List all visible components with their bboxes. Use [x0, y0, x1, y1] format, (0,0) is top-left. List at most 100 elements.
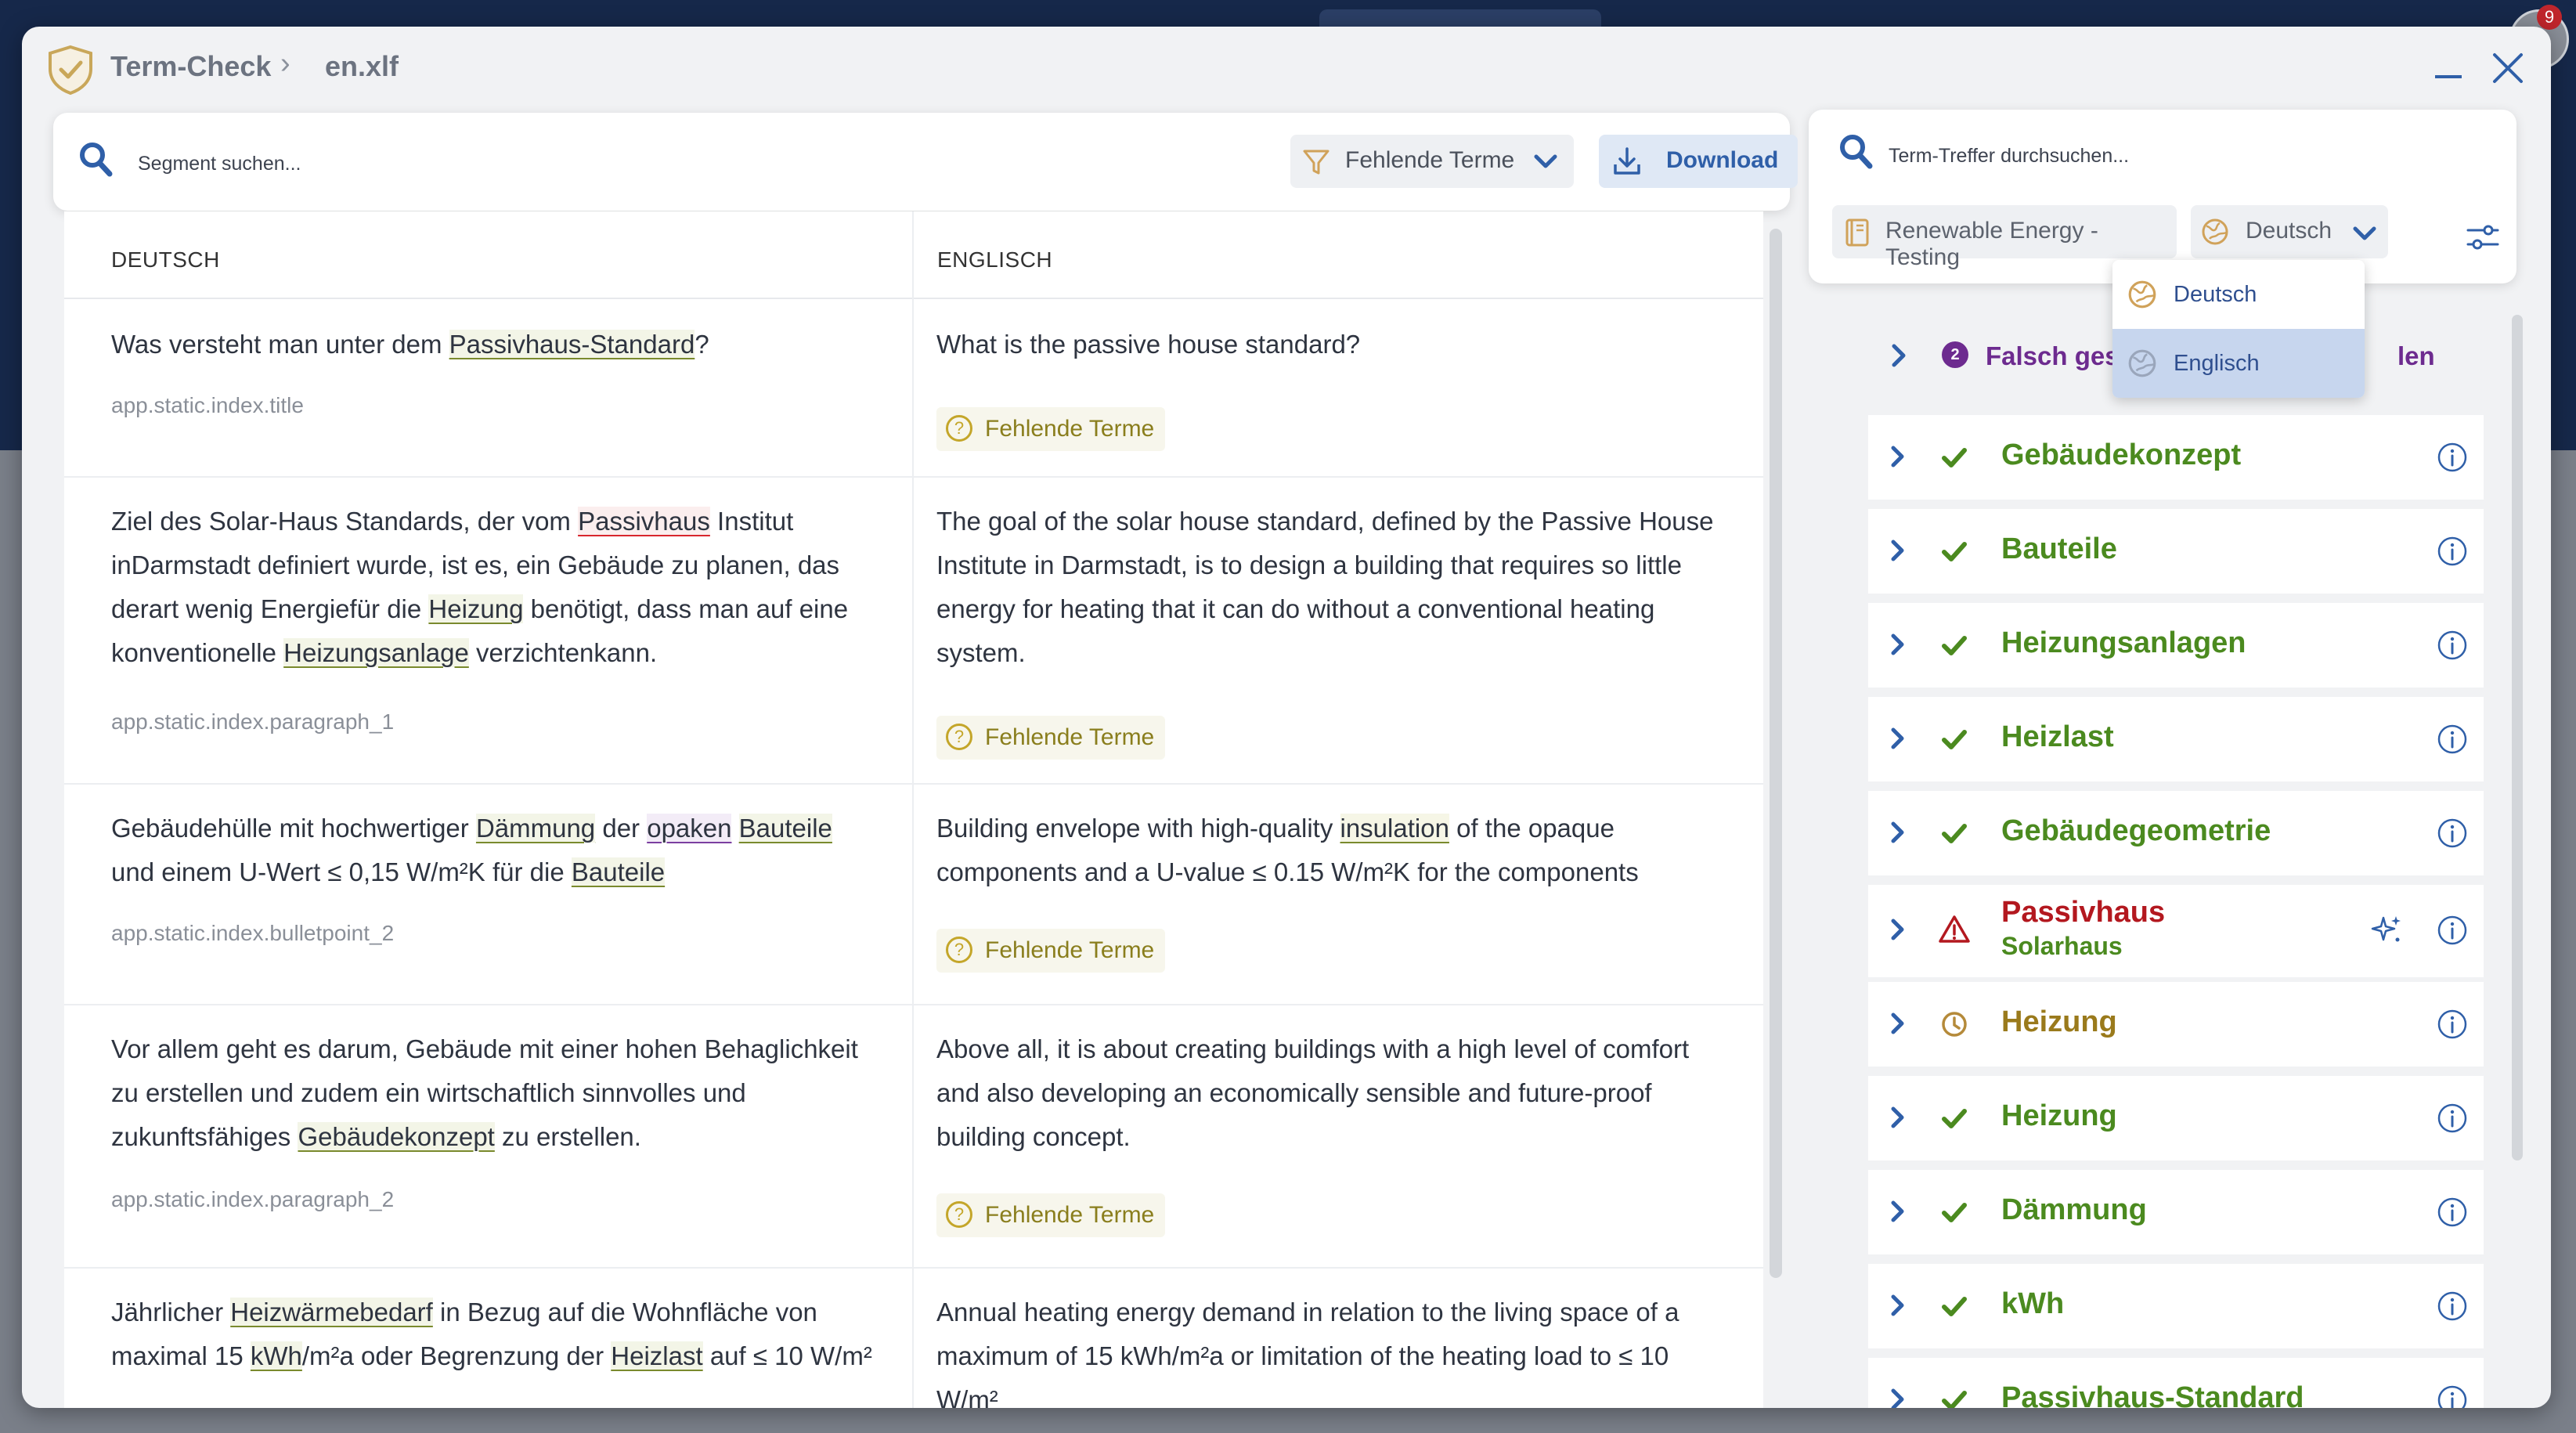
download-label: Download — [1666, 147, 1779, 173]
filter-label: Fehlende Terme — [1345, 147, 1515, 173]
segment-search-input[interactable] — [136, 146, 1236, 182]
segment-key: app.static.index.title — [111, 393, 304, 417]
info-icon[interactable] — [2437, 1290, 2468, 1322]
minimize-button[interactable] — [2435, 75, 2462, 78]
term-match[interactable]: Gebäudekonzept — [298, 1122, 495, 1151]
breadcrumb-chevron-icon: › — [280, 47, 290, 80]
column-header-english: ENGLISCH — [914, 211, 1763, 299]
term-item[interactable]: Gebäudekonzept — [1868, 415, 2484, 500]
term-item[interactable]: Heizlast — [1868, 697, 2484, 781]
term-filter-card: Renewable Energy - Testing Deutsch — [1809, 110, 2516, 283]
dialog-header: Term-Check › en.xlf — [22, 27, 2551, 113]
term-check-dialog: Term-Check › en.xlf Fehlende Terme — [22, 27, 2551, 1408]
info-icon[interactable] — [2437, 630, 2468, 661]
download-button[interactable]: Download — [1599, 135, 1798, 188]
source-text: Was versteht man unter dem Passivhaus-St… — [111, 330, 709, 359]
table-row[interactable]: Vor allem geht es darum, Gebäude mit ein… — [64, 1004, 1763, 1269]
term-match[interactable]: Bauteile — [738, 814, 832, 843]
group-label-tail: len — [2397, 341, 2435, 370]
term-match[interactable]: Heizlast — [611, 1341, 703, 1370]
info-icon[interactable] — [2437, 915, 2468, 946]
question-icon: ? — [946, 415, 972, 442]
chevron-right-icon — [1891, 446, 1904, 467]
source-text: Ziel des Solar-Haus Standards, der vom P… — [111, 507, 849, 667]
segment-toolbar: Fehlende Terme Download — [53, 113, 1798, 211]
breadcrumb-file-name: en.xlf — [325, 50, 399, 82]
table-row[interactable]: Was versteht man unter dem Passivhaus-St… — [64, 299, 1763, 478]
chevron-right-icon — [1891, 540, 1904, 561]
table-row[interactable]: Ziel des Solar-Haus Standards, der vom P… — [64, 476, 1763, 785]
check-icon — [1942, 1109, 1967, 1128]
missing-terms-badge[interactable]: ? Fehlende Terme — [936, 929, 1166, 973]
column-header-german: DEUTSCH — [64, 211, 912, 299]
term-name: Dämmung — [2001, 1193, 2147, 1226]
language-dropdown-menu: Deutsch Englisch — [2112, 260, 2365, 398]
check-icon — [1942, 824, 1967, 843]
chevron-right-icon — [1891, 633, 1904, 655]
info-icon[interactable] — [2437, 1384, 2468, 1408]
missing-terms-badge[interactable]: ? Fehlende Terme — [936, 407, 1166, 451]
missing-terms-filter-dropdown[interactable]: Fehlende Terme — [1290, 135, 1574, 188]
termbase-chip[interactable]: Renewable Energy - Testing — [1832, 205, 2177, 270]
language-option-englisch[interactable]: Englisch — [2112, 329, 2365, 398]
group-count-badge: 2 — [1942, 341, 1968, 368]
table-row[interactable]: Jährlicher Heizwärmebedarf in Bezug auf … — [64, 1267, 1763, 1408]
term-list-scrollbar[interactable] — [2512, 315, 2523, 1160]
shield-check-icon — [49, 45, 92, 96]
filter-settings-icon[interactable] — [2465, 219, 2501, 255]
source-text: Gebäudehülle mit hochwertiger Dämmung de… — [111, 814, 832, 886]
search-icon — [80, 143, 113, 177]
term-search-input[interactable] — [1887, 138, 2438, 174]
info-icon[interactable] — [2437, 1197, 2468, 1228]
info-icon[interactable] — [2437, 1009, 2468, 1040]
chevron-right-icon — [1891, 727, 1904, 749]
term-item[interactable]: Bauteile — [1868, 509, 2484, 594]
table-row[interactable]: Gebäudehülle mit hochwertiger Dämmung de… — [64, 783, 1763, 1005]
download-icon — [1614, 147, 1640, 175]
globe-icon — [2128, 280, 2156, 309]
term-match[interactable]: Dämmung — [475, 814, 596, 843]
info-icon[interactable] — [2437, 724, 2468, 755]
target-text: Above all, it is about creating building… — [936, 1034, 1690, 1151]
term-item[interactable]: kWh — [1868, 1264, 2484, 1348]
segment-table-scrollbar[interactable] — [1770, 229, 1782, 1278]
check-icon — [1942, 1203, 1967, 1222]
segment-key: app.static.index.paragraph_1 — [111, 709, 395, 734]
term-match[interactable]: insulation — [1340, 814, 1449, 843]
term-item[interactable]: Heizungsanlagen — [1868, 603, 2484, 688]
term-match-forbidden[interactable]: opaken — [647, 814, 732, 843]
term-match[interactable]: Heizungsanlage — [283, 638, 469, 667]
term-item[interactable]: Dämmung — [1868, 1170, 2484, 1254]
info-icon[interactable] — [2437, 1103, 2468, 1134]
term-item[interactable]: Passivhaus Solarhaus — [1868, 885, 2484, 977]
check-icon — [1942, 1297, 1967, 1316]
chevron-right-icon — [1892, 344, 1906, 367]
check-icon — [1942, 542, 1967, 561]
term-item[interactable]: Heizung — [1868, 1076, 2484, 1160]
term-match-error[interactable]: Passivhaus — [578, 507, 710, 536]
missing-terms-badge[interactable]: ? Fehlende Terme — [936, 1193, 1166, 1237]
language-option-deutsch[interactable]: Deutsch — [2112, 260, 2365, 329]
missing-terms-badge[interactable]: ? Fehlende Terme — [936, 716, 1166, 760]
info-icon[interactable] — [2437, 536, 2468, 567]
info-icon[interactable] — [2437, 818, 2468, 849]
close-icon[interactable] — [2488, 49, 2527, 88]
term-match[interactable]: Bauteile — [571, 857, 666, 886]
language-dropdown-toggle[interactable]: Deutsch — [2191, 205, 2388, 258]
source-text: Jährlicher Heizwärmebedarf in Bezug auf … — [111, 1298, 872, 1370]
breadcrumb-app-title[interactable]: Term-Check — [110, 50, 271, 83]
ai-sparkle-icon[interactable] — [2369, 913, 2404, 948]
term-item[interactable]: Gebäudegeometrie — [1868, 791, 2484, 875]
term-match[interactable]: kWh — [250, 1341, 302, 1370]
term-match[interactable]: Passivhaus-Standard — [449, 330, 695, 359]
check-icon — [1942, 636, 1967, 655]
term-match[interactable]: Heizwärmebedarf — [230, 1298, 433, 1327]
term-item[interactable]: Passivhaus-Standard — [1868, 1358, 2484, 1408]
chevron-right-icon — [1891, 1388, 1904, 1408]
term-subname: Solarhaus — [2001, 932, 2123, 960]
term-match[interactable]: Heizung — [428, 594, 524, 623]
term-item[interactable]: Heizung — [1868, 982, 2484, 1067]
info-icon[interactable] — [2437, 442, 2468, 473]
chevron-right-icon — [1891, 1294, 1904, 1316]
term-name: Gebäudekonzept — [2001, 439, 2242, 471]
